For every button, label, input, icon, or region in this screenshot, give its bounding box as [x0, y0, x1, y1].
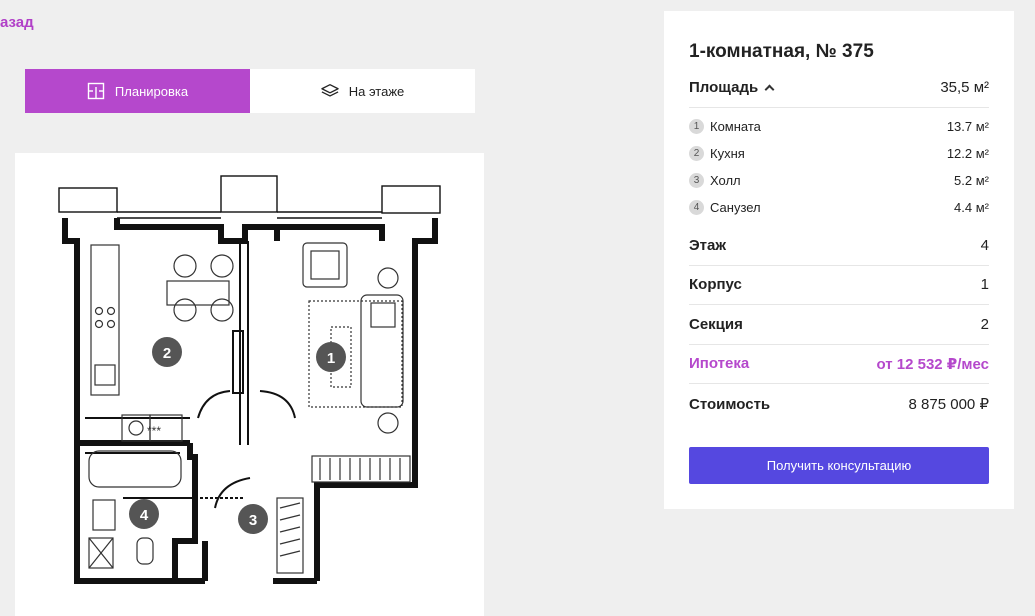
- room-number-badge: 3: [689, 173, 704, 188]
- list-item: 2 Кухня 12.2 м²: [689, 140, 989, 167]
- room-name: Санузел: [710, 200, 761, 215]
- appliance-label: ***: [147, 424, 161, 438]
- area-label: Площадь: [689, 79, 759, 96]
- chevron-up-icon[interactable]: [764, 84, 775, 95]
- mortgage-label: Ипотека: [689, 355, 750, 372]
- section-label: Секция: [689, 316, 743, 333]
- floor-plan-drawing: *** 1 2 3 4: [58, 175, 441, 584]
- room-name: Комната: [710, 119, 761, 134]
- floorplan-icon: [87, 82, 105, 100]
- svg-text:1: 1: [327, 350, 335, 367]
- area-row[interactable]: Площадь 35,5 м²: [689, 68, 989, 108]
- floor-label: Этаж: [689, 237, 726, 254]
- room-area: 12.2 м²: [946, 146, 989, 161]
- mortgage-value: от 12 532 ₽/мес: [876, 355, 989, 373]
- room-name: Холл: [710, 173, 741, 188]
- area-value: 35,5 м²: [940, 79, 989, 96]
- mortgage-row[interactable]: Ипотека от 12 532 ₽/мес: [689, 344, 989, 384]
- list-item: 3 Холл 5.2 м²: [689, 167, 989, 194]
- svg-text:2: 2: [163, 345, 171, 362]
- building-label: Корпус: [689, 276, 742, 293]
- room-area-list: 1 Комната 13.7 м² 2 Кухня 12.2 м² 3 Холл 5.…: [689, 113, 989, 221]
- back-link[interactable]: азад: [0, 14, 34, 31]
- tab-on-floor-label: На этаже: [348, 83, 405, 99]
- price-row: Стоимость 8 875 000 ₽: [689, 384, 989, 424]
- svg-text:4: 4: [140, 507, 149, 524]
- tab-floorplan[interactable]: Планировка: [25, 69, 250, 113]
- tab-floorplan-label: Планировка: [114, 83, 189, 99]
- floor-plan: *** 1 2 3 4: [15, 153, 484, 616]
- room-badge-3: 3: [238, 504, 268, 534]
- view-tabs: Планировка На этаже: [25, 69, 475, 113]
- apartment-title: 1-комнатная, № 375: [689, 41, 874, 62]
- price-value: 8 875 000 ₽: [908, 396, 989, 413]
- section-row: Секция 2: [689, 305, 989, 345]
- get-consultation-button[interactable]: Получить консультацию: [689, 447, 989, 484]
- room-badge-4: 4: [129, 499, 159, 529]
- floor-value: 4: [980, 237, 989, 254]
- room-name: Кухня: [710, 146, 745, 161]
- price-label: Стоимость: [689, 395, 771, 413]
- section-value: 2: [980, 316, 989, 333]
- building-value: 1: [980, 276, 989, 293]
- room-badge-2: 2: [152, 337, 182, 367]
- room-area: 4.4 м²: [954, 200, 989, 215]
- room-number-badge: 1: [689, 119, 704, 134]
- apartment-info-card: 1-комнатная, № 375 Площадь 35,5 м² 1 Комн…: [664, 11, 1014, 509]
- room-badge-1: 1: [316, 342, 346, 372]
- room-area: 13.7 м²: [946, 119, 989, 134]
- layers-icon: [320, 82, 339, 100]
- building-row: Корпус 1: [689, 265, 989, 305]
- room-number-badge: 2: [689, 146, 704, 161]
- floor-row: Этаж 4: [689, 226, 989, 266]
- room-area: 5.2 м²: [954, 173, 989, 188]
- room-number-badge: 4: [689, 200, 704, 215]
- svg-text:3: 3: [249, 512, 257, 529]
- tab-on-floor[interactable]: На этаже: [250, 69, 475, 113]
- list-item: 1 Комната 13.7 м²: [689, 113, 989, 140]
- list-item: 4 Санузел 4.4 м²: [689, 194, 989, 221]
